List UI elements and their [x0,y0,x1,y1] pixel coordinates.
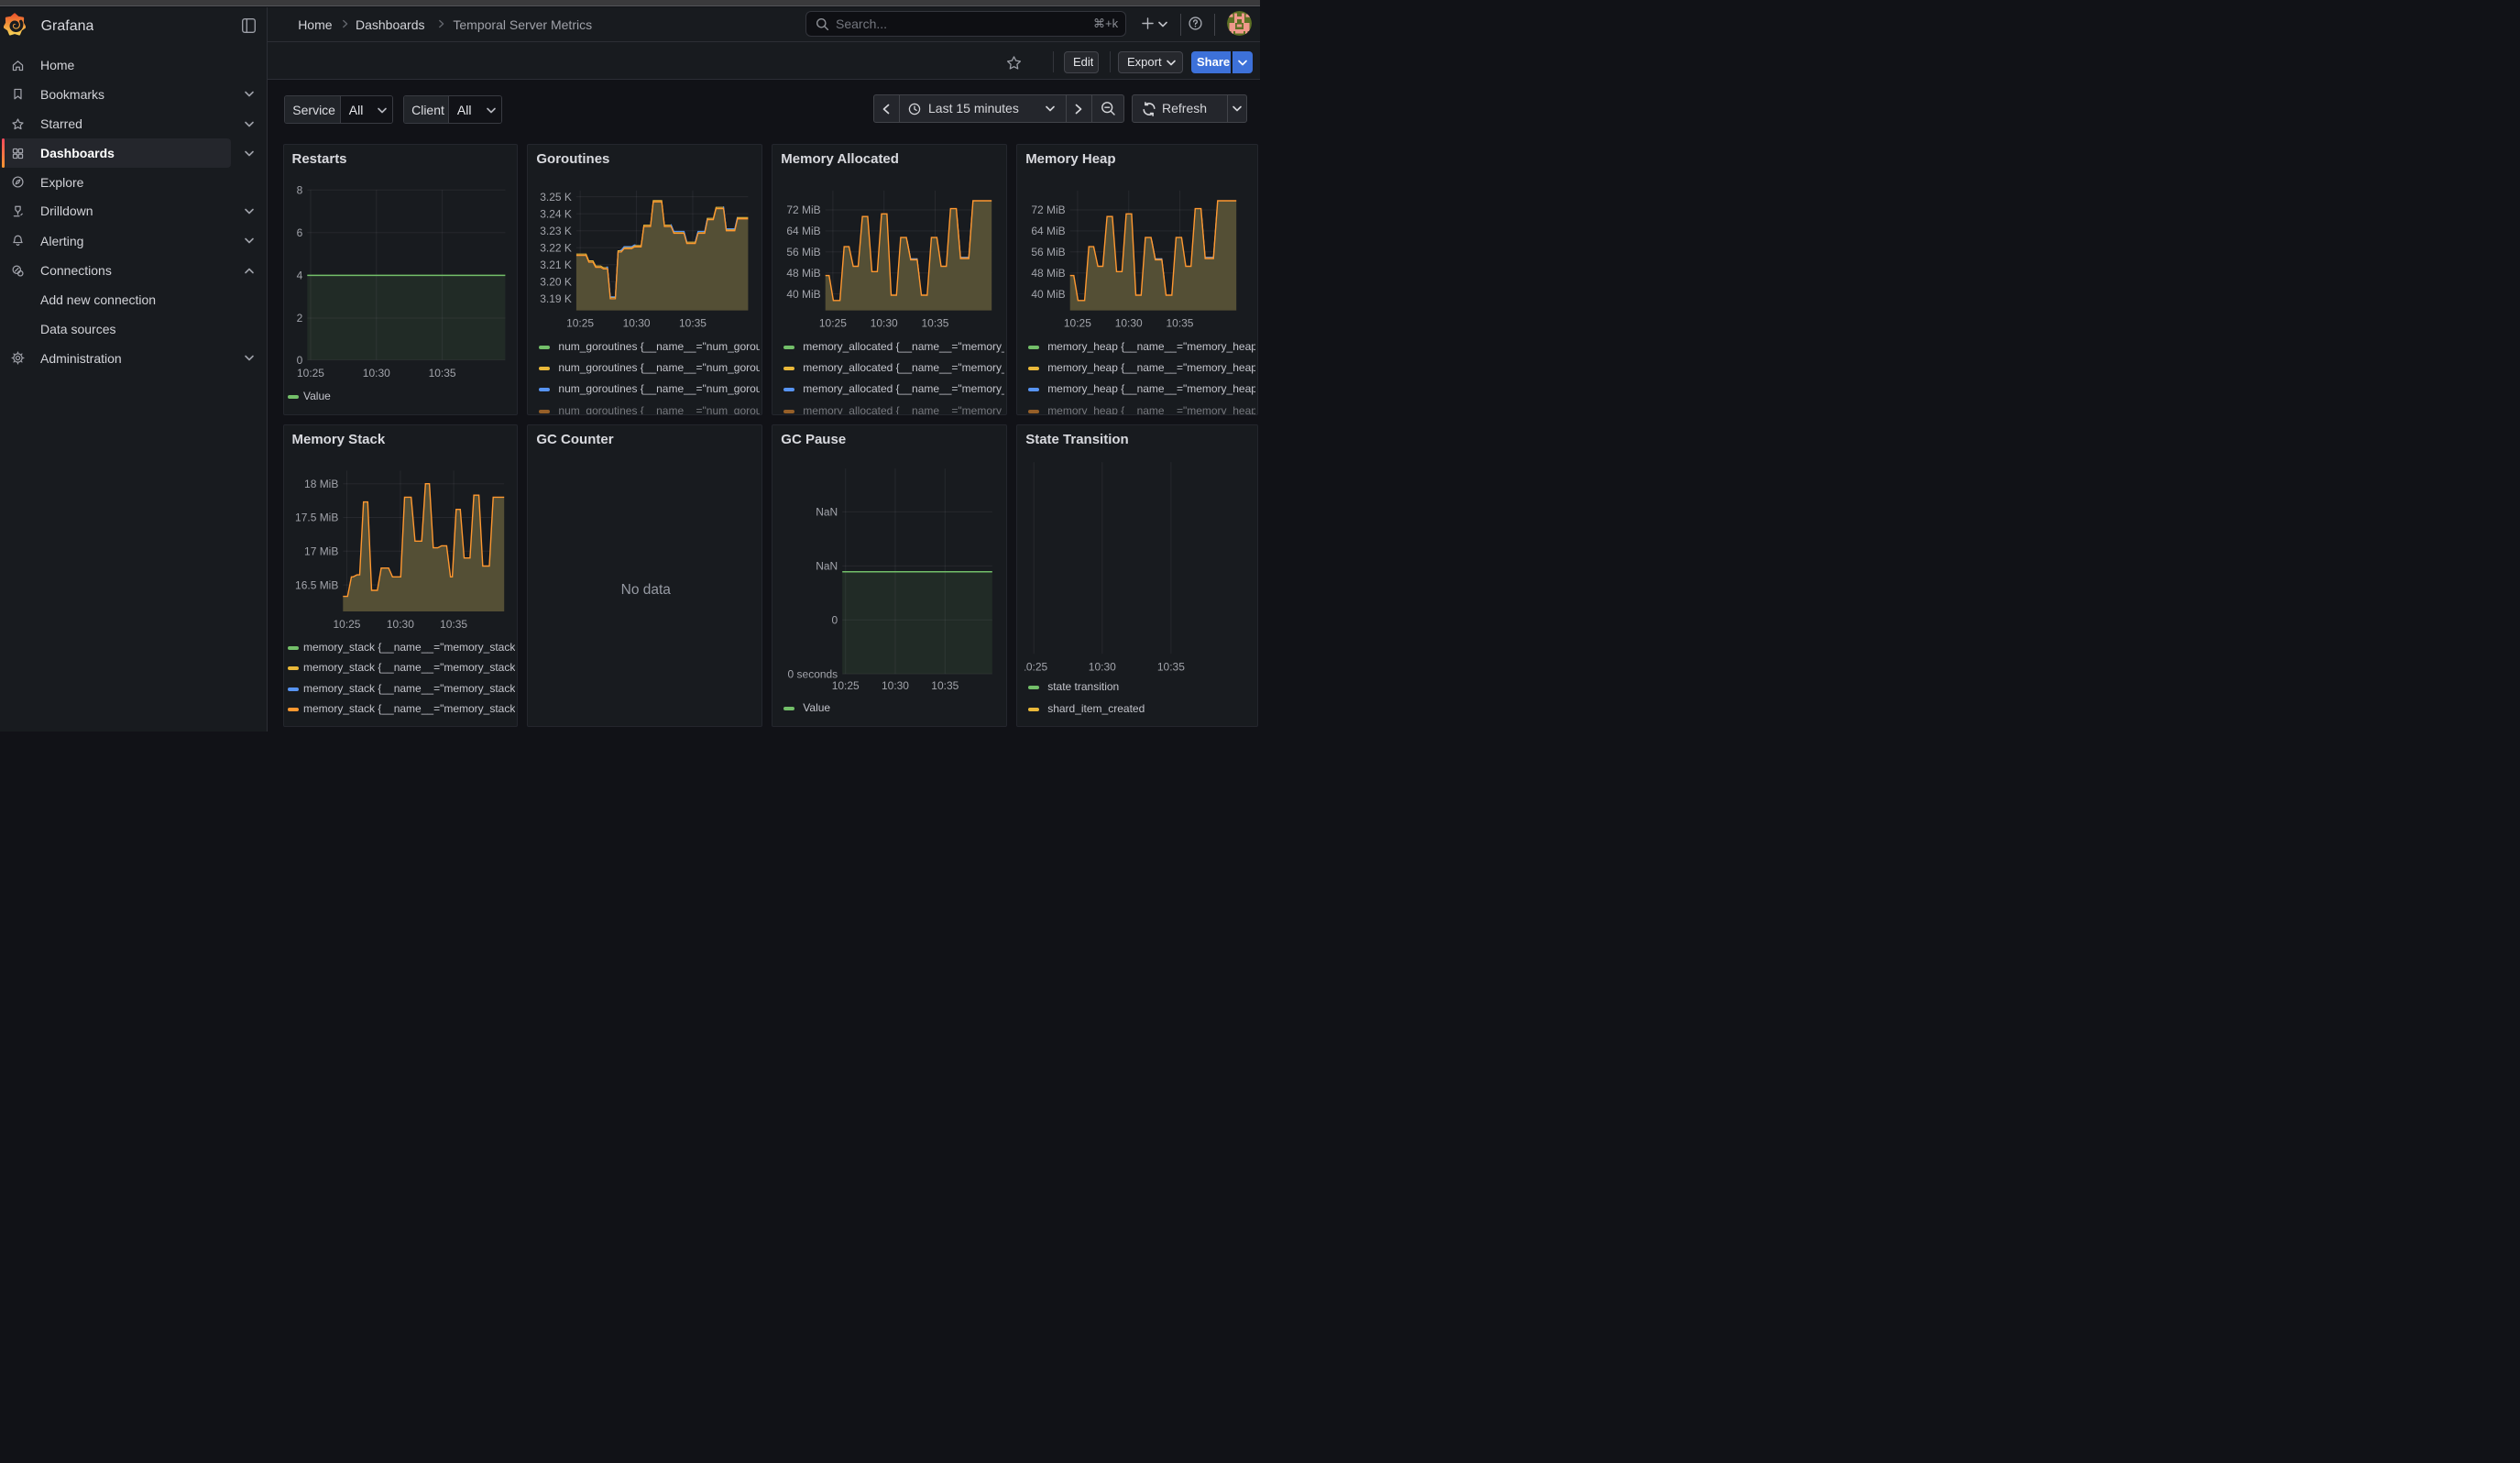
svg-text:3.25 K: 3.25 K [541,191,573,204]
svg-text:10:35: 10:35 [1157,660,1185,673]
svg-text:10:35: 10:35 [1167,317,1194,330]
svg-text:10:30: 10:30 [871,317,898,330]
svg-text:64 MiB: 64 MiB [787,225,821,237]
svg-text:10:30: 10:30 [362,367,389,380]
svg-text:17.5 MiB: 17.5 MiB [295,511,338,523]
svg-text:18 MiB: 18 MiB [304,477,338,490]
svg-text:72 MiB: 72 MiB [1032,204,1066,216]
svg-text:10:25: 10:25 [819,317,847,330]
svg-text:0: 0 [832,613,838,626]
svg-text:40 MiB: 40 MiB [787,288,821,301]
svg-text:3.24 K: 3.24 K [541,207,573,220]
svg-text:10:25: 10:25 [1064,317,1091,330]
svg-text:0 seconds: 0 seconds [788,667,838,680]
svg-text:3.20 K: 3.20 K [541,275,573,288]
svg-text:4: 4 [296,270,302,282]
svg-text:10:35: 10:35 [428,367,455,380]
svg-text:NaN: NaN [816,505,838,518]
svg-text:10:35: 10:35 [679,317,707,330]
svg-text:56 MiB: 56 MiB [787,246,821,258]
svg-text:3.21 K: 3.21 K [541,258,573,271]
svg-text:6: 6 [296,226,302,239]
svg-text:56 MiB: 56 MiB [1032,246,1066,258]
svg-text:48 MiB: 48 MiB [1032,267,1066,280]
svg-text:10:35: 10:35 [932,679,959,692]
svg-text:10:25: 10:25 [297,367,324,380]
svg-text:10:35: 10:35 [922,317,949,330]
svg-text:48 MiB: 48 MiB [787,267,821,280]
svg-text:10:35: 10:35 [440,618,467,631]
svg-text:NaN: NaN [816,559,838,572]
svg-text:10:25: 10:25 [333,618,360,631]
svg-text:10:25: 10:25 [566,317,594,330]
svg-text:64 MiB: 64 MiB [1032,225,1066,237]
svg-text:3.23 K: 3.23 K [541,225,573,237]
svg-text:10:30: 10:30 [1089,660,1116,673]
svg-text:0: 0 [296,354,302,367]
svg-text:10:30: 10:30 [1115,317,1143,330]
svg-text:3.19 K: 3.19 K [541,292,573,305]
svg-text:10:30: 10:30 [882,679,909,692]
svg-text:17 MiB: 17 MiB [304,544,338,557]
svg-text:8: 8 [296,183,302,196]
svg-text:10:25: 10:25 [1020,660,1047,673]
svg-text:16.5 MiB: 16.5 MiB [295,578,338,591]
svg-text:10:30: 10:30 [623,317,651,330]
svg-text:10:30: 10:30 [386,618,413,631]
svg-text:72 MiB: 72 MiB [787,204,821,216]
svg-text:10:25: 10:25 [832,679,860,692]
svg-text:3.22 K: 3.22 K [541,241,573,254]
svg-text:40 MiB: 40 MiB [1032,288,1066,301]
svg-text:2: 2 [296,312,302,324]
